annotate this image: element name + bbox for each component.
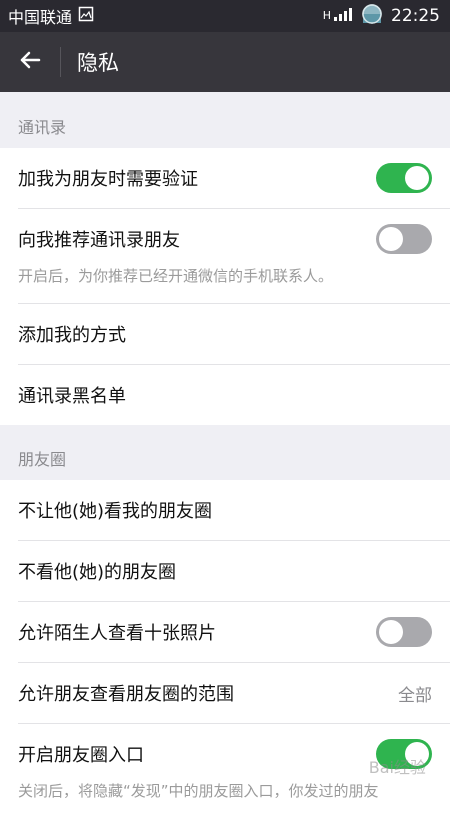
toggle-knob	[379, 227, 403, 251]
setting-label: 不让他(她)看我的朋友圈	[18, 501, 213, 522]
setting-moments-visible-range[interactable]: 允许朋友查看朋友圈的范围 全部	[0, 663, 450, 723]
setting-stranger-ten-photos[interactable]: 允许陌生人查看十张照片	[0, 602, 450, 662]
nav-bar: 隐私	[0, 32, 450, 92]
status-right: H 22:25	[323, 3, 440, 29]
setting-label: 允许朋友查看朋友圈的范围	[18, 684, 234, 705]
setting-description: 开启后，为你推荐已经开通微信的手机联系人。	[18, 267, 334, 285]
setting-label: 通讯录黑名单	[18, 386, 126, 407]
setting-description: 关闭后，将隐藏“发现”中的朋友圈入口，你发过的朋友	[18, 782, 379, 800]
clock: 22:25	[391, 6, 440, 26]
page-title: 隐私	[77, 51, 119, 75]
toggle-knob	[379, 620, 403, 644]
setting-recommend-contacts[interactable]: 向我推荐通讯录朋友 开启后，为你推荐已经开通微信的手机联系人。	[0, 209, 450, 303]
setting-label: 向我推荐通讯录朋友	[18, 230, 180, 251]
image-icon	[78, 6, 94, 26]
setting-label: 添加我的方式	[18, 325, 126, 346]
battery-icon	[361, 3, 383, 29]
contacts-list: 加我为朋友时需要验证 向我推荐通讯录朋友 开启后，为你推荐已经开通微信的手机联系…	[0, 148, 450, 425]
stranger-photos-toggle[interactable]	[376, 617, 432, 647]
toggle-knob	[405, 166, 429, 190]
signal-icon	[333, 6, 353, 26]
section-header-moments: 朋友圈	[18, 450, 67, 469]
visible-range-value: 全部	[398, 685, 432, 706]
status-left: 中国联通	[8, 4, 94, 28]
back-button[interactable]	[0, 32, 60, 92]
row-main: 向我推荐通讯录朋友	[18, 209, 432, 269]
setting-label: 不看他(她)的朋友圈	[18, 562, 177, 583]
section-header-contacts: 通讯录	[18, 118, 67, 137]
setting-add-me-methods[interactable]: 添加我的方式	[0, 304, 450, 364]
network-type: H	[322, 9, 331, 22]
verify-friend-toggle[interactable]	[376, 163, 432, 193]
setting-verify-friend[interactable]: 加我为朋友时需要验证	[0, 148, 450, 208]
carrier-name: 中国联通	[8, 8, 73, 27]
arrow-left-icon	[18, 48, 42, 76]
status-bar: 中国联通 H 22:25	[0, 0, 450, 32]
watermark: Bai经验	[368, 758, 426, 777]
recommend-contacts-toggle[interactable]	[376, 224, 432, 254]
setting-label: 加我为朋友时需要验证	[18, 169, 198, 190]
setting-hide-my-moments[interactable]: 不让他(她)看我的朋友圈	[0, 480, 450, 540]
setting-label: 开启朋友圈入口	[18, 745, 144, 766]
setting-hide-their-moments[interactable]: 不看他(她)的朋友圈	[0, 541, 450, 601]
setting-label: 允许陌生人查看十张照片	[18, 623, 216, 644]
nav-divider	[60, 47, 61, 77]
setting-contacts-blacklist[interactable]: 通讯录黑名单	[0, 365, 450, 425]
